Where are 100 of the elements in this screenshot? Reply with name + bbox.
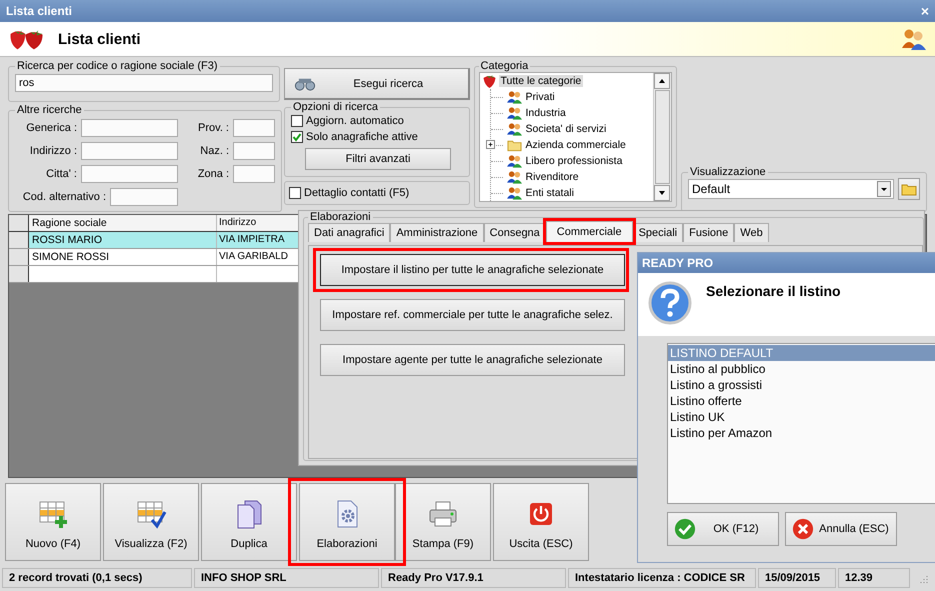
- table-row[interactable]: ROSSI MARIO VIA IMPIETRA: [9, 232, 298, 249]
- status-field: INFO SHOP SRL: [194, 568, 379, 588]
- status-field: Intestatario licenza : CODICE SR: [568, 568, 756, 588]
- tree-item[interactable]: Industria: [524, 107, 568, 119]
- tab[interactable]: Amministrazione: [390, 223, 484, 242]
- tab[interactable]: Web: [734, 223, 769, 242]
- tab[interactable]: Fusione: [683, 223, 734, 242]
- field-label: Prov. :: [197, 122, 230, 134]
- action-button[interactable]: Impostare il listino per tutte le anagrafiche selezionate: [320, 254, 625, 286]
- input-field[interactable]: [81, 118, 178, 136]
- table-cell-text: VIA IMPIETRA: [218, 233, 286, 247]
- checkbox-label: Solo anagrafiche attive: [306, 131, 418, 143]
- people-icon: [506, 90, 522, 104]
- table-cell: SIMONE ROSSI: [29, 249, 217, 265]
- toolbar-button[interactable]: Nuovo (F4): [5, 482, 101, 560]
- tab[interactable]: Dati anagrafici: [308, 223, 390, 242]
- toolbar-button[interactable]: Duplica: [201, 482, 297, 560]
- group-label: Elaborazioni: [309, 211, 372, 223]
- field-label: Naz. :: [199, 144, 230, 156]
- dropdown-icon: [877, 181, 891, 197]
- list-item[interactable]: Listino al pubblico: [668, 361, 935, 377]
- table-row[interactable]: SIMONE ROSSI VIA GARIBALD: [9, 249, 298, 266]
- tree-item[interactable]: Enti statali: [524, 187, 576, 199]
- status-field: 2 record trovati (0,1 secs): [2, 568, 192, 588]
- scroll-up-icon[interactable]: [654, 73, 670, 89]
- checkbox-label: Aggiorn. automatico: [306, 115, 404, 127]
- column-header[interactable]: Ragione sociale: [29, 215, 217, 231]
- list-item[interactable]: Listino per Amazon: [668, 425, 935, 441]
- group-label: Categoria: [480, 60, 530, 72]
- table-cell: ROSSI MARIO: [29, 232, 217, 248]
- expand-toggle[interactable]: [486, 140, 495, 149]
- input-field[interactable]: [233, 118, 275, 136]
- filter-button[interactable]: Filtri avanzati: [305, 148, 451, 170]
- plus-icon: [486, 141, 494, 148]
- check-icon: [292, 132, 302, 142]
- dialog-title: READY PRO: [642, 256, 714, 270]
- people-icon: [506, 170, 522, 184]
- tree-item[interactable]: Societa' di servizi: [524, 123, 608, 135]
- group-label: Opzioni di ricerca: [292, 101, 379, 113]
- action-button[interactable]: Impostare agente per tutte le anagrafiche selezionate: [320, 344, 625, 376]
- field-label: Citta' :: [45, 168, 78, 180]
- input-field[interactable]: [233, 142, 275, 160]
- list-item[interactable]: Listino offerte: [668, 393, 935, 409]
- tree-item[interactable]: Azienda commerciale: [524, 139, 628, 151]
- cancel-icon: [792, 518, 814, 540]
- checkbox[interactable]: [291, 115, 303, 127]
- toolbar-button[interactable]: Stampa (F9): [395, 482, 491, 560]
- tab[interactable]: Commerciale: [546, 221, 633, 242]
- row-header[interactable]: [9, 249, 29, 265]
- resize-grip-icon: [918, 573, 928, 583]
- status-field: Ready Pro V17.9.1: [381, 568, 566, 588]
- checkbox-label: Dettaglio contatti (F5): [304, 187, 410, 199]
- window-title: Lista clienti: [6, 4, 72, 18]
- tab[interactable]: Consegna: [484, 223, 546, 242]
- header-title: Lista clienti: [58, 30, 142, 48]
- tree-item[interactable]: Tutte le categorie: [498, 75, 584, 87]
- scroll-down-icon[interactable]: [654, 185, 670, 201]
- folder-button[interactable]: [898, 178, 920, 200]
- checkbox[interactable]: [289, 187, 301, 199]
- field-label: Zona :: [196, 168, 230, 180]
- folder-icon: [506, 138, 522, 152]
- tree-item[interactable]: Libero professionista: [524, 155, 624, 167]
- row-header[interactable]: [9, 232, 29, 248]
- search-field[interactable]: ros: [15, 74, 273, 92]
- check-icon: [674, 518, 696, 540]
- toolbar-button[interactable]: Uscita (ESC): [493, 482, 589, 560]
- status-field: 12.39: [838, 568, 910, 588]
- strawberry-icon: [482, 74, 497, 88]
- people-icon: [506, 106, 522, 120]
- tree-item[interactable]: Privati: [524, 91, 557, 103]
- people-icon: [901, 28, 927, 50]
- people-icon: [506, 154, 522, 168]
- input-field[interactable]: [233, 164, 275, 182]
- column-header[interactable]: Indirizzo: [217, 215, 298, 231]
- list-item[interactable]: Listino UK: [668, 409, 935, 425]
- toolbar-button[interactable]: Elaborazioni: [299, 482, 395, 560]
- people-icon: [506, 186, 522, 200]
- input-field[interactable]: [81, 164, 178, 182]
- input-field[interactable]: [81, 142, 178, 160]
- cancel-button[interactable]: Annulla (ESC): [785, 512, 897, 546]
- checkbox[interactable]: [291, 131, 303, 143]
- group-label: Ricerca per codice o ragione sociale (F3): [16, 60, 219, 72]
- toolbar-button[interactable]: Visualizza (F2): [103, 482, 199, 560]
- search-button[interactable]: Esegui ricerca: [284, 68, 470, 100]
- input-field[interactable]: [110, 188, 178, 206]
- group-label: Visualizzazione: [689, 166, 767, 178]
- table-cell-text: VIA GARIBALD: [218, 250, 289, 264]
- people-icon: [506, 122, 522, 136]
- scrollbar[interactable]: [653, 73, 671, 201]
- field-label: Indirizzo :: [28, 144, 78, 156]
- view-dropdown[interactable]: Default: [688, 179, 894, 199]
- status-field: 15/09/2015: [758, 568, 836, 588]
- folder-icon: [901, 182, 917, 196]
- field-label: Generica :: [25, 122, 78, 134]
- field-label: Cod. alternativo :: [22, 190, 107, 202]
- ok-button[interactable]: OK (F12): [667, 512, 779, 546]
- question-icon: [648, 281, 692, 325]
- list-item[interactable]: Listino a grossisti: [668, 377, 935, 393]
- action-button[interactable]: Impostare ref. commerciale per tutte le anagrafiche selez.: [320, 299, 625, 331]
- tree-item[interactable]: Rivenditore: [524, 171, 581, 183]
